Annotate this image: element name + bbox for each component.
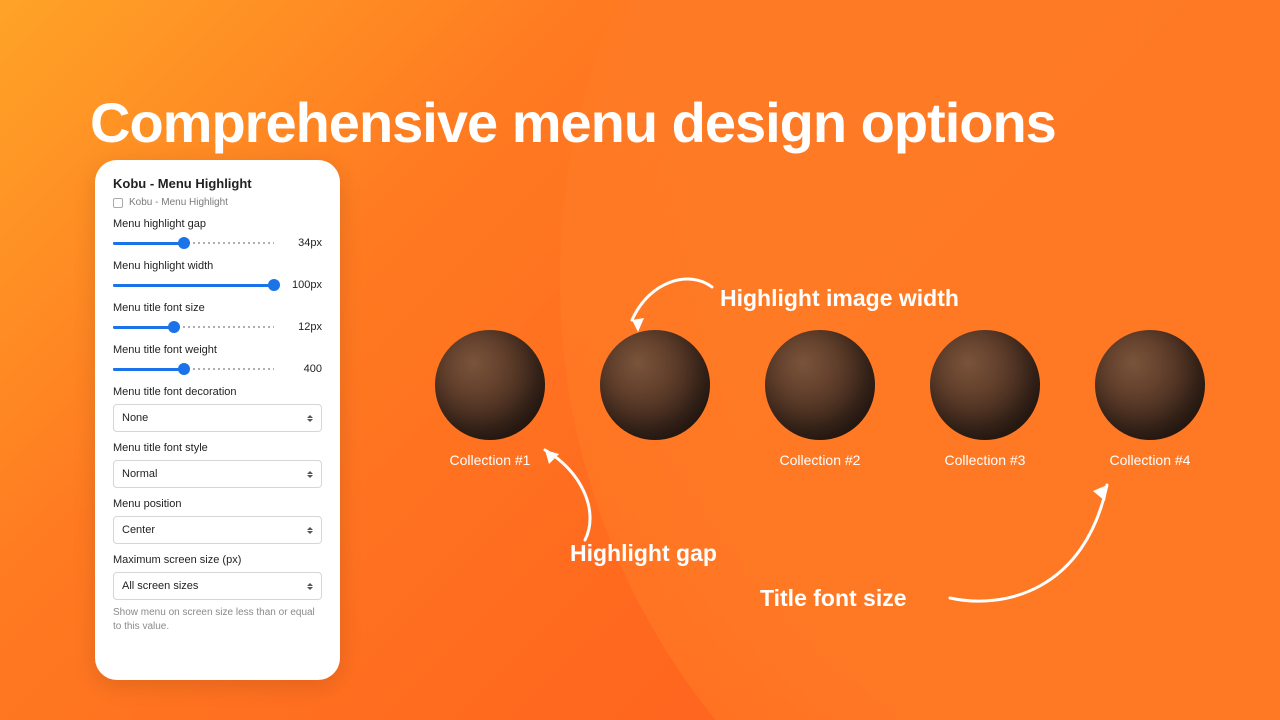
slider-weight-value: 400	[284, 363, 322, 375]
label-weight: Menu title font weight	[113, 344, 322, 356]
panel-title: Kobu - Menu Highlight	[113, 176, 322, 191]
annotation-width: Highlight image width	[720, 285, 959, 312]
slider-weight-fill	[113, 368, 184, 371]
slider-gap-value: 34px	[284, 237, 322, 249]
preview-label: Collection #1	[435, 452, 545, 468]
slider-fsize-fill	[113, 326, 174, 329]
annotation-fontsize: Title font size	[760, 585, 907, 612]
field-screen: Maximum screen size (px) All screen size…	[113, 554, 322, 633]
caret-icon	[307, 583, 313, 590]
label-style: Menu title font style	[113, 442, 322, 454]
select-screen-value: All screen sizes	[122, 580, 198, 592]
label-position: Menu position	[113, 498, 322, 510]
label-decoration: Menu title font decoration	[113, 386, 322, 398]
select-style-value: Normal	[122, 468, 157, 480]
field-fontsize: Menu title font size 12px	[113, 302, 322, 334]
preview-label: Collection #4	[1095, 452, 1205, 468]
slider-fontsize-value: 12px	[284, 321, 322, 333]
field-weight: Menu title font weight 400	[113, 344, 322, 376]
arrow-fontsize	[945, 470, 1125, 610]
block-icon	[113, 198, 123, 208]
panel-breadcrumb: Kobu - Menu Highlight	[113, 197, 322, 208]
slider-width[interactable]	[113, 278, 274, 292]
slider-width-thumb	[268, 279, 280, 291]
select-style[interactable]: Normal	[113, 460, 322, 488]
select-decoration-value: None	[122, 412, 148, 424]
select-position[interactable]: Center	[113, 516, 322, 544]
select-position-value: Center	[122, 524, 155, 536]
slider-weight-thumb	[178, 363, 190, 375]
field-position: Menu position Center	[113, 498, 322, 544]
slider-width-value: 100px	[284, 279, 322, 291]
slider-gap-fill	[113, 242, 184, 245]
preview-circle	[435, 330, 545, 440]
slider-width-fill	[113, 284, 274, 287]
caret-icon	[307, 471, 313, 478]
slider-fontsize[interactable]	[113, 320, 274, 334]
arrow-width	[620, 265, 730, 345]
slider-gap-thumb	[178, 237, 190, 249]
preview-label: Collection #2	[765, 452, 875, 468]
panel-breadcrumb-label: Kobu - Menu Highlight	[129, 197, 228, 208]
slider-gap[interactable]	[113, 236, 274, 250]
field-width: Menu highlight width 100px	[113, 260, 322, 292]
slider-weight[interactable]	[113, 362, 274, 376]
caret-icon	[307, 527, 313, 534]
field-style: Menu title font style Normal	[113, 442, 322, 488]
caret-icon	[307, 415, 313, 422]
select-screen[interactable]: All screen sizes	[113, 572, 322, 600]
preview-circle	[930, 330, 1040, 440]
field-gap: Menu highlight gap 34px	[113, 218, 322, 250]
label-screen: Maximum screen size (px)	[113, 554, 322, 566]
preview-circle	[765, 330, 875, 440]
arrow-gap	[530, 440, 620, 550]
page-headline: Comprehensive menu design options	[90, 90, 1056, 155]
slider-fsize-thumb	[168, 321, 180, 333]
select-decoration[interactable]: None	[113, 404, 322, 432]
settings-panel: Kobu - Menu Highlight Kobu - Menu Highli…	[95, 160, 340, 680]
label-width: Menu highlight width	[113, 260, 322, 272]
preview-circle	[600, 330, 710, 440]
label-fontsize: Menu title font size	[113, 302, 322, 314]
preview-label: Collection #3	[930, 452, 1040, 468]
preview-circle	[1095, 330, 1205, 440]
preview-circles	[435, 330, 1205, 440]
field-decoration: Menu title font decoration None	[113, 386, 322, 432]
helper-screen: Show menu on screen size less than or eq…	[113, 606, 322, 633]
label-gap: Menu highlight gap	[113, 218, 322, 230]
